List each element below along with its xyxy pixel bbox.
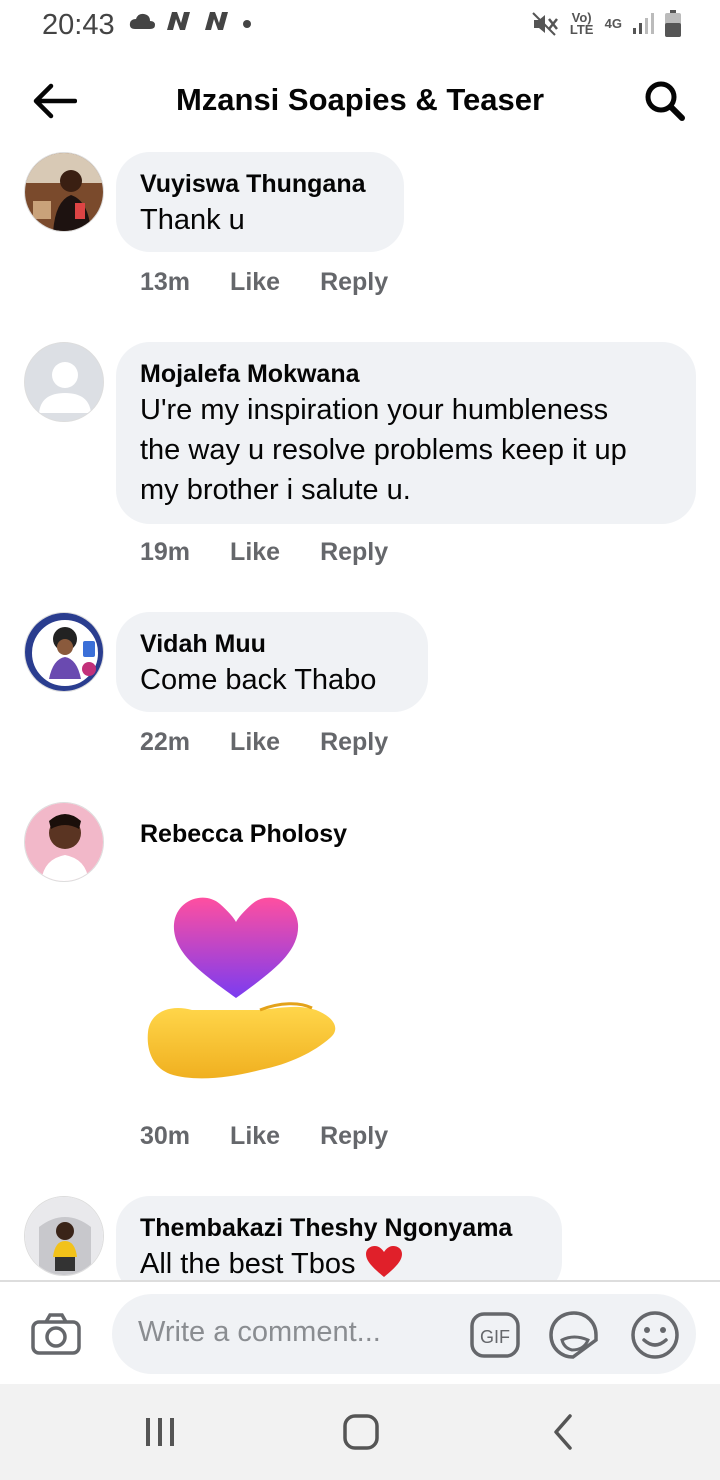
comment-time: 22m (140, 728, 191, 756)
comment-bubble[interactable]: Vidah Muu Come back Thabo (116, 612, 428, 712)
reply-button[interactable]: Reply (320, 728, 388, 757)
comment-input-placeholder: Write a comment... (138, 1316, 381, 1348)
cloud-icon (129, 13, 155, 29)
comment-author[interactable]: Vidah Muu (140, 628, 404, 660)
app-bar: Mzansi Soapies & Teaser (0, 52, 720, 148)
comment-time: 19m (140, 538, 191, 566)
comment-text: Thank u (140, 204, 245, 236)
avatar[interactable] (24, 612, 104, 692)
search-icon (645, 81, 685, 121)
comment-text-line: U're my inspiration your humbleness (140, 394, 609, 426)
page-title: Mzansi Soapies & Teaser (175, 82, 545, 117)
avatar[interactable] (24, 342, 104, 422)
reply-button[interactable]: Reply (320, 268, 388, 297)
gif-icon[interactable]: GIF (470, 1312, 520, 1358)
emoji-icon[interactable] (630, 1310, 680, 1360)
comment-author[interactable]: Thembakazi Theshy Ngonyama (140, 1212, 538, 1244)
comment-author[interactable]: Vuyiswa Thungana (140, 168, 380, 200)
reply-button[interactable]: Reply (320, 538, 388, 567)
like-button[interactable]: Like (230, 268, 280, 297)
comment-time: 30m (140, 1122, 191, 1150)
n-icon (167, 12, 190, 30)
comment-list: Vuyiswa Thungana Thank u 13m Like Reply … (0, 148, 720, 1280)
comment-text-content: All the best Tbos (140, 1248, 356, 1280)
dot-icon (243, 20, 251, 28)
home-icon[interactable] (341, 1412, 381, 1452)
comment-composer: Write a comment... GIF (0, 1280, 720, 1384)
comment-text: All the best Tbos (140, 1244, 538, 1280)
avatar[interactable] (24, 1196, 104, 1276)
like-button[interactable]: Like (230, 538, 280, 567)
system-nav-bar (0, 1384, 720, 1480)
avatar[interactable] (24, 802, 104, 882)
volte-label: Vo) LTE (569, 10, 594, 37)
like-button[interactable]: Like (230, 728, 280, 757)
n-icon (205, 12, 228, 30)
battery-icon (665, 10, 681, 37)
comment-text-line: the way u resolve problems keep it up (140, 434, 627, 466)
comment-bubble[interactable]: Mojalefa Mokwana U're my inspiration you… (116, 342, 696, 524)
signal-icon (633, 13, 654, 34)
comment-input[interactable]: Write a comment... GIF (112, 1294, 696, 1374)
heart-on-hand-sticker[interactable] (140, 886, 340, 1102)
comment-bubble[interactable]: Thembakazi Theshy Ngonyama All the best … (116, 1196, 562, 1280)
mute-icon (531, 12, 558, 36)
camera-icon[interactable] (30, 1312, 82, 1356)
like-button[interactable]: Like (230, 1122, 280, 1151)
red-heart-icon (365, 1246, 402, 1277)
comment-author[interactable]: Mojalefa Mokwana (140, 358, 672, 390)
network-label: 4G (604, 16, 622, 31)
recent-apps-icon[interactable] (140, 1412, 180, 1452)
gif-label: GIF (480, 1327, 510, 1347)
comment-time: 13m (140, 268, 191, 296)
reply-button[interactable]: Reply (320, 1122, 388, 1151)
sticker-icon[interactable] (548, 1310, 600, 1360)
status-time: 20:43 (42, 9, 115, 41)
comment-bubble[interactable]: Vuyiswa Thungana Thank u (116, 152, 404, 252)
avatar[interactable] (24, 152, 104, 232)
comment-text-line: my brother i salute u. (140, 474, 411, 506)
comment-author[interactable]: Rebecca Pholosy (140, 818, 347, 850)
comment-text: Come back Thabo (140, 664, 377, 696)
status-bar: 20:43 Vo) LTE 4G (0, 0, 720, 52)
search-button[interactable] (640, 78, 690, 124)
back-icon[interactable] (544, 1412, 584, 1452)
